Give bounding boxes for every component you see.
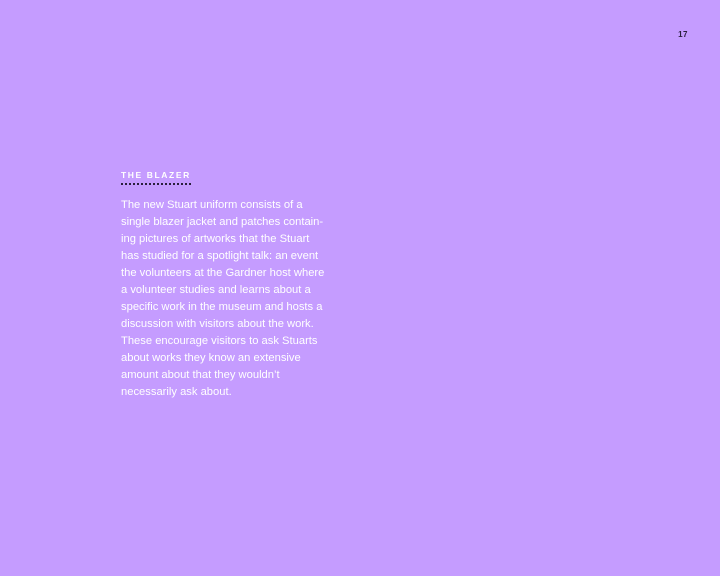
section-body: The new Stuart uniform consists of a sin…: [121, 197, 351, 401]
section-heading: THE BLAZER: [121, 170, 191, 185]
body-line: about works they know an extensive: [121, 352, 301, 364]
body-line: amount about that they wouldn’t: [121, 369, 280, 381]
body-line: These encourage visitors to ask Stuarts: [121, 335, 318, 347]
body-line: a volunteer studies and learns about a: [121, 284, 311, 296]
body-line: discussion with visitors about the work.: [121, 318, 314, 330]
body-line: the volunteers at the Gardner host where: [121, 267, 325, 279]
body-line: ing pictures of artworks that the Stuart: [121, 233, 310, 245]
body-line: The new Stuart uniform consists of a: [121, 199, 303, 211]
body-line: necessarily ask about.: [121, 386, 232, 398]
body-line: single blazer jacket and patches contain…: [121, 216, 324, 228]
blazer-section: THE BLAZER The new Stuart uniform consis…: [121, 165, 351, 401]
body-line: specific work in the museum and hosts a: [121, 301, 323, 313]
page-number: 17: [678, 30, 688, 39]
body-line: has studied for a spotlight talk: an eve…: [121, 250, 319, 262]
